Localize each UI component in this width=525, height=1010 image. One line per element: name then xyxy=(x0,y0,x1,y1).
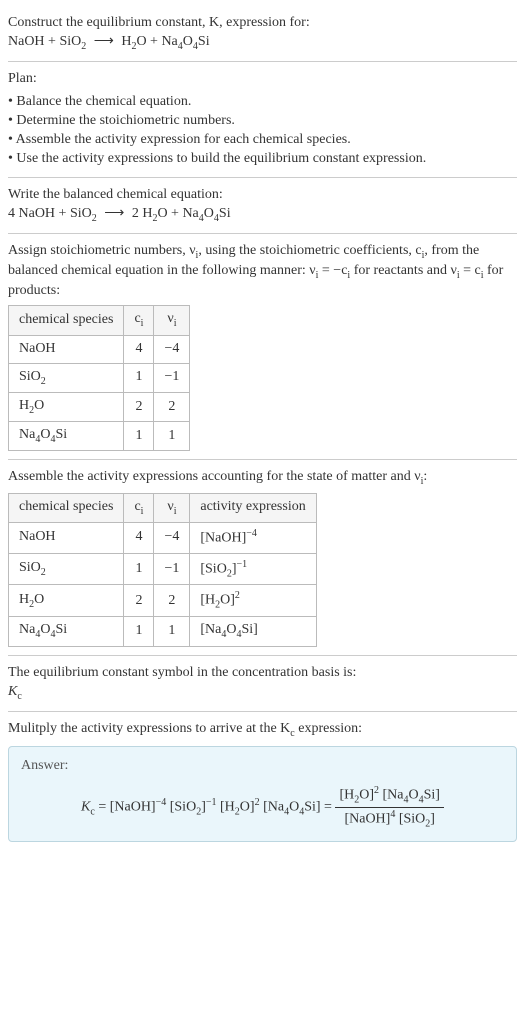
plan-section: Plan: Balance the chemical equation. Det… xyxy=(8,62,517,177)
col-species: chemical species xyxy=(9,306,124,335)
stoich-description: Assign stoichiometric numbers, νi, using… xyxy=(8,242,517,301)
col-species: chemical species xyxy=(9,493,124,522)
basis-line: The equilibrium constant symbol in the c… xyxy=(8,664,517,683)
reaction-arrow-icon: ⟶ xyxy=(90,34,118,49)
activity-cell: [H2O]2 xyxy=(190,585,316,617)
balanced-equation: 4 NaOH + SiO2 ⟶ 2 H2O + Na4O4Si xyxy=(8,205,517,225)
ci-cell: 1 xyxy=(124,617,154,646)
table-row: Na4O4Si 1 1 xyxy=(9,422,190,451)
activity-cell: [SiO2]−1 xyxy=(190,553,316,585)
species-cell: Na4O4Si xyxy=(9,617,124,646)
plan-item: Assemble the activity expression for eac… xyxy=(8,131,517,150)
plan-item: Determine the stoichiometric numbers. xyxy=(8,112,517,131)
products-part: O xyxy=(183,34,193,49)
bal-part: O xyxy=(204,206,214,221)
sub: 2 xyxy=(81,41,86,52)
bal-part: 2 H xyxy=(132,206,153,221)
table-row: SiO2 1 −1 [SiO2]−1 xyxy=(9,553,317,585)
plan-item: Balance the chemical equation. xyxy=(8,93,517,112)
col-ci: ci xyxy=(124,493,154,522)
ci-cell: 2 xyxy=(124,392,154,421)
col-ci: ci xyxy=(124,306,154,335)
vi-cell: −1 xyxy=(154,553,190,585)
table-row: H2O 2 2 xyxy=(9,392,190,421)
answer-box: Answer: Kc = [NaOH]−4 [SiO2]−1 [H2O]2 [N… xyxy=(8,746,517,842)
table-header-row: chemical species ci νi activity expressi… xyxy=(9,493,317,522)
ci-cell: 1 xyxy=(124,363,154,392)
plan-title: Plan: xyxy=(8,70,517,89)
species-cell: NaOH xyxy=(9,522,124,553)
products-part: O + Na xyxy=(136,34,177,49)
species-cell: H2O xyxy=(9,585,124,617)
activity-table: chemical species ci νi activity expressi… xyxy=(8,493,317,647)
reaction-arrow-icon: ⟶ xyxy=(100,206,128,221)
basis-symbol: Kc xyxy=(8,683,517,703)
ci-cell: 1 xyxy=(124,422,154,451)
ci-cell: 4 xyxy=(124,522,154,553)
species-cell: SiO2 xyxy=(9,553,124,585)
prompt-line: Construct the equilibrium constant, K, e… xyxy=(8,14,517,33)
table-row: NaOH 4 −4 [NaOH]−4 xyxy=(9,522,317,553)
sub: 2 xyxy=(92,212,97,223)
vi-cell: 1 xyxy=(154,422,190,451)
basis-section: The equilibrium constant symbol in the c… xyxy=(8,656,517,712)
table-row: Na4O4Si 1 1 [Na4O4Si] xyxy=(9,617,317,646)
unbalanced-equation: NaOH + SiO2 ⟶ H2O + Na4O4Si xyxy=(8,33,517,53)
multiply-line: Mulitply the activity expressions to arr… xyxy=(8,720,517,740)
species-cell: NaOH xyxy=(9,335,124,363)
products-part: Si xyxy=(198,34,210,49)
products-part: H xyxy=(121,34,131,49)
plan-list: Balance the chemical equation. Determine… xyxy=(8,93,517,169)
ci-cell: 4 xyxy=(124,335,154,363)
fraction-numerator: [H2O]2 [Na4O4Si] xyxy=(335,784,444,808)
fraction: [H2O]2 [Na4O4Si] [NaOH]4 [SiO2] xyxy=(335,784,444,831)
vi-cell: 2 xyxy=(154,392,190,421)
bal-part: 4 NaOH + SiO xyxy=(8,206,92,221)
answer-section: Mulitply the activity expressions to arr… xyxy=(8,712,517,850)
ci-cell: 1 xyxy=(124,553,154,585)
problem-statement: Construct the equilibrium constant, K, e… xyxy=(8,6,517,62)
table-row: NaOH 4 −4 xyxy=(9,335,190,363)
answer-expression: Kc = [NaOH]−4 [SiO2]−1 [H2O]2 [Na4O4Si] … xyxy=(21,784,504,831)
vi-cell: 2 xyxy=(154,585,190,617)
activity-cell: [NaOH]−4 xyxy=(190,522,316,553)
col-activity: activity expression xyxy=(190,493,316,522)
col-vi: νi xyxy=(154,493,190,522)
vi-cell: −4 xyxy=(154,522,190,553)
bal-part: Si xyxy=(219,206,231,221)
vi-cell: −1 xyxy=(154,363,190,392)
reactants: NaOH + SiO xyxy=(8,34,81,49)
vi-cell: −4 xyxy=(154,335,190,363)
answer-label: Answer: xyxy=(21,757,504,776)
species-cell: Na4O4Si xyxy=(9,422,124,451)
table-header-row: chemical species ci νi xyxy=(9,306,190,335)
stoich-table: chemical species ci νi NaOH 4 −4 SiO2 1 … xyxy=(8,305,190,451)
stoich-section: Assign stoichiometric numbers, νi, using… xyxy=(8,234,517,461)
table-row: SiO2 1 −1 xyxy=(9,363,190,392)
balanced-title: Write the balanced chemical equation: xyxy=(8,186,517,205)
plan-item: Use the activity expressions to build th… xyxy=(8,150,517,169)
ci-cell: 2 xyxy=(124,585,154,617)
balanced-section: Write the balanced chemical equation: 4 … xyxy=(8,178,517,234)
species-cell: SiO2 xyxy=(9,363,124,392)
vi-cell: 1 xyxy=(154,617,190,646)
fraction-denominator: [NaOH]4 [SiO2] xyxy=(335,808,444,831)
species-cell: H2O xyxy=(9,392,124,421)
bal-part: O + Na xyxy=(157,206,198,221)
col-vi: νi xyxy=(154,306,190,335)
activity-section: Assemble the activity expressions accoun… xyxy=(8,460,517,655)
activity-cell: [Na4O4Si] xyxy=(190,617,316,646)
activity-description: Assemble the activity expressions accoun… xyxy=(8,468,517,488)
table-row: H2O 2 2 [H2O]2 xyxy=(9,585,317,617)
